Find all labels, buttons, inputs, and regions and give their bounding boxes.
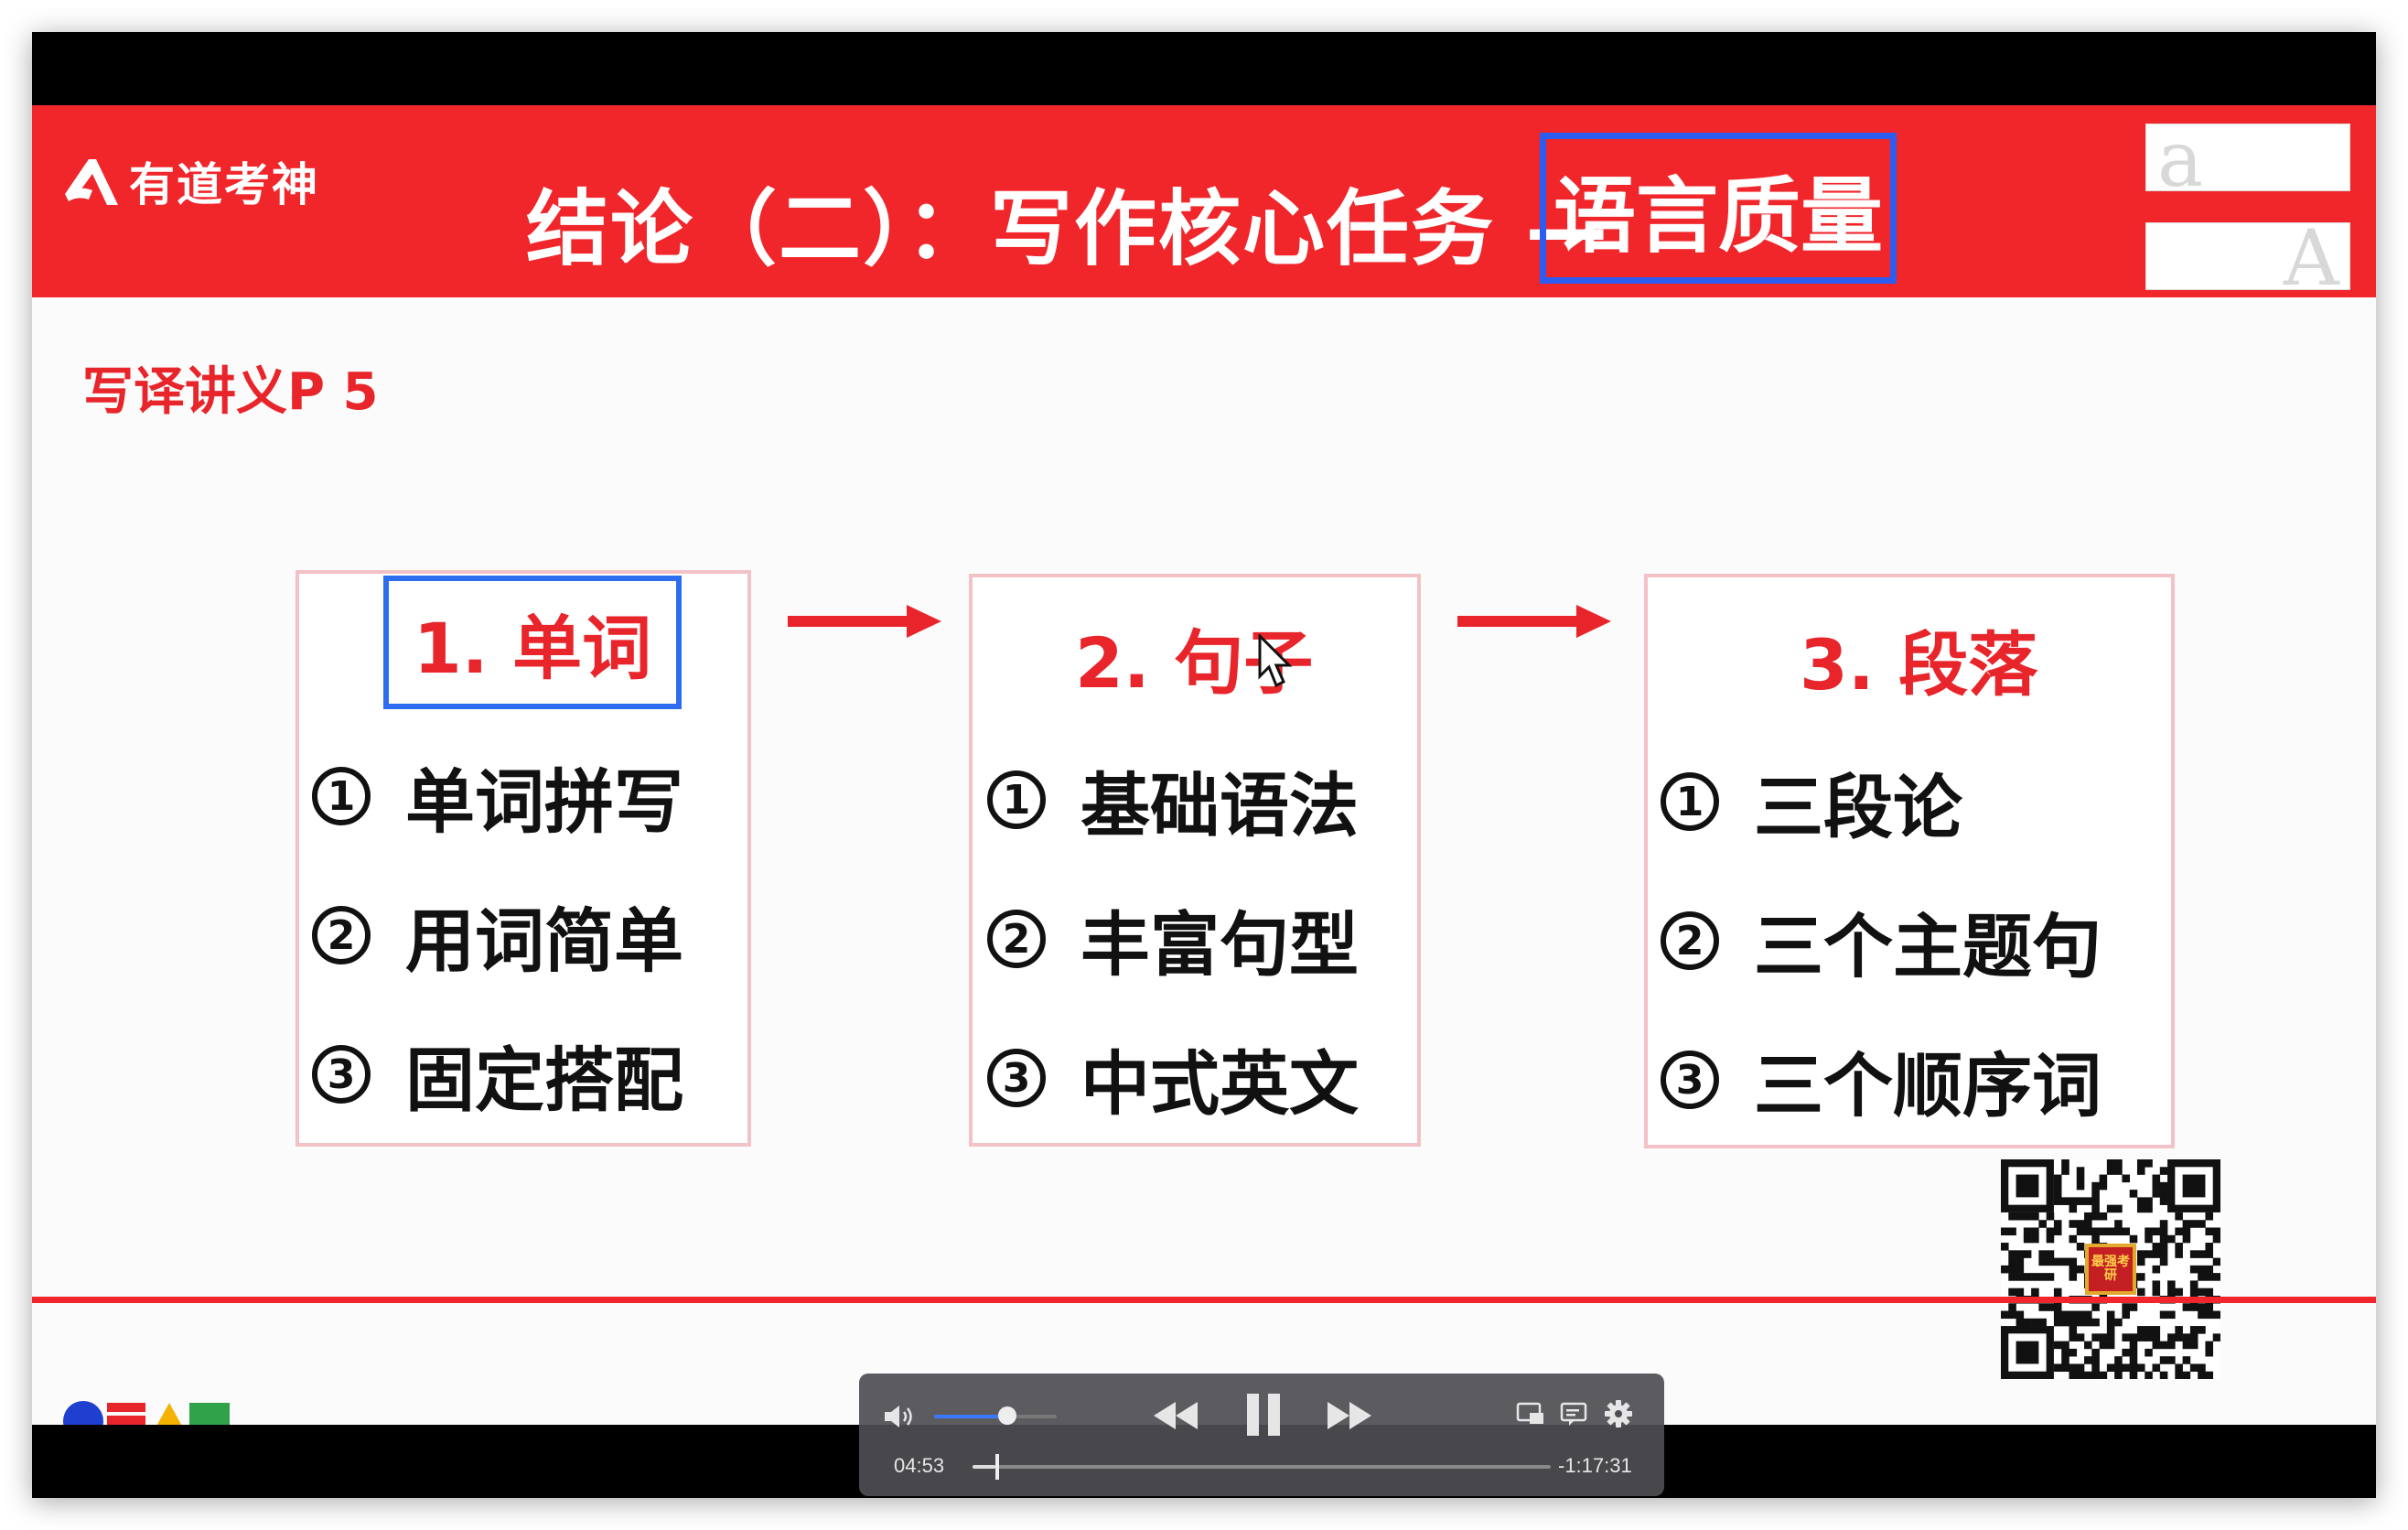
mouse-cursor-icon (1258, 634, 1293, 688)
step-heading-paragraphs: 3. 段落 (1800, 624, 2038, 706)
font-size-large-glyph: A (2145, 222, 2350, 290)
handout-reference: 写译讲义P 5 (82, 362, 379, 422)
brand-shapes-graphic (63, 1401, 230, 1425)
step-item-text: 中式英文 (1080, 1043, 1359, 1125)
step-item: 2 三个主题句 (1661, 890, 2102, 991)
step-item: 2 用词简单 (312, 885, 683, 986)
current-time: 04:53 (894, 1454, 945, 1477)
volume-slider[interactable] (934, 1406, 1057, 1425)
slide-title-highlight: 语言质量 (1540, 133, 1897, 284)
step-item: 3 固定搭配 (312, 1024, 683, 1125)
pause-icon[interactable] (1243, 1392, 1284, 1438)
remaining-time: -1:17:31 (1558, 1454, 1632, 1477)
step-item-text: 固定搭配 (405, 1040, 683, 1121)
step-item-text: 三段论 (1754, 767, 1962, 848)
step-item-text: 三个主题句 (1754, 906, 2102, 987)
step-item-text: 基础语法 (1080, 765, 1359, 846)
picture-in-picture-icon[interactable] (1516, 1401, 1545, 1427)
circled-number: 3 (1661, 1051, 1719, 1109)
qr-center-badge: 最强考研 (2085, 1244, 2136, 1295)
lecture-slide: 有道考神 结论（二）：写作核心任务 — 语言质量 a A 写译讲义P 5 1. … (32, 105, 2376, 1425)
subtitles-icon[interactable] (1560, 1401, 1589, 1427)
circled-number: 1 (1661, 772, 1719, 831)
progress-played (973, 1465, 996, 1469)
circled-number: 2 (1661, 911, 1719, 970)
step-item: 2 丰富句型 (987, 889, 1359, 989)
arrow-right-icon (1457, 605, 1611, 638)
volume-icon[interactable] (883, 1403, 919, 1430)
video-window[interactable]: 有道考神 结论（二）：写作核心任务 — 语言质量 a A 写译讲义P 5 1. … (32, 32, 2376, 1498)
step-item: 3 三个顺序词 (1661, 1029, 2102, 1130)
slide-title: 结论（二）：写作核心任务 — (526, 181, 1610, 277)
circled-number: 3 (987, 1049, 1046, 1107)
volume-knob[interactable] (998, 1406, 1017, 1425)
brand-logo-text: 有道考神 (129, 158, 319, 211)
fast-forward-icon[interactable] (1326, 1399, 1373, 1432)
brand-shapes-icon (61, 1395, 241, 1425)
volume-level (934, 1415, 1008, 1418)
footer-divider (32, 1297, 2376, 1303)
font-size-tool: a A (2145, 124, 2350, 290)
settings-icon[interactable] (1604, 1399, 1633, 1428)
step-item-text: 用词简单 (405, 900, 683, 982)
circled-number: 1 (312, 767, 371, 825)
circled-number: 3 (312, 1045, 371, 1104)
step-item: 1 单词拼写 (312, 746, 683, 846)
progress-slider[interactable] (973, 1454, 1551, 1480)
circled-number: 1 (987, 770, 1046, 829)
progress-playhead[interactable] (995, 1454, 1000, 1480)
slide-title-bar: 有道考神 结论（二）：写作核心任务 — 语言质量 a A (32, 105, 2376, 297)
font-size-small-glyph: a (2145, 124, 2350, 191)
step-item: 3 中式英文 (987, 1028, 1359, 1128)
step-heading-words: 1. 单词 (383, 576, 682, 709)
step-item-text: 丰富句型 (1080, 904, 1359, 986)
circled-number: 2 (312, 906, 371, 964)
brand-logo: 有道考神 (61, 149, 319, 213)
arrow-right-icon (788, 605, 941, 638)
step-item: 1 基础语法 (987, 749, 1359, 850)
brand-logo-icon (65, 159, 118, 205)
rewind-icon[interactable] (1152, 1399, 1199, 1432)
video-player-controls: 04:53 -1:17:31 (859, 1374, 1664, 1496)
step-item-text: 三个顺序词 (1754, 1045, 2102, 1126)
circled-number: 2 (987, 910, 1046, 968)
step-item-text: 单词拼写 (405, 761, 683, 843)
qr-code: 最强考研 (2001, 1159, 2221, 1380)
step-item: 1 三段论 (1661, 751, 1962, 852)
